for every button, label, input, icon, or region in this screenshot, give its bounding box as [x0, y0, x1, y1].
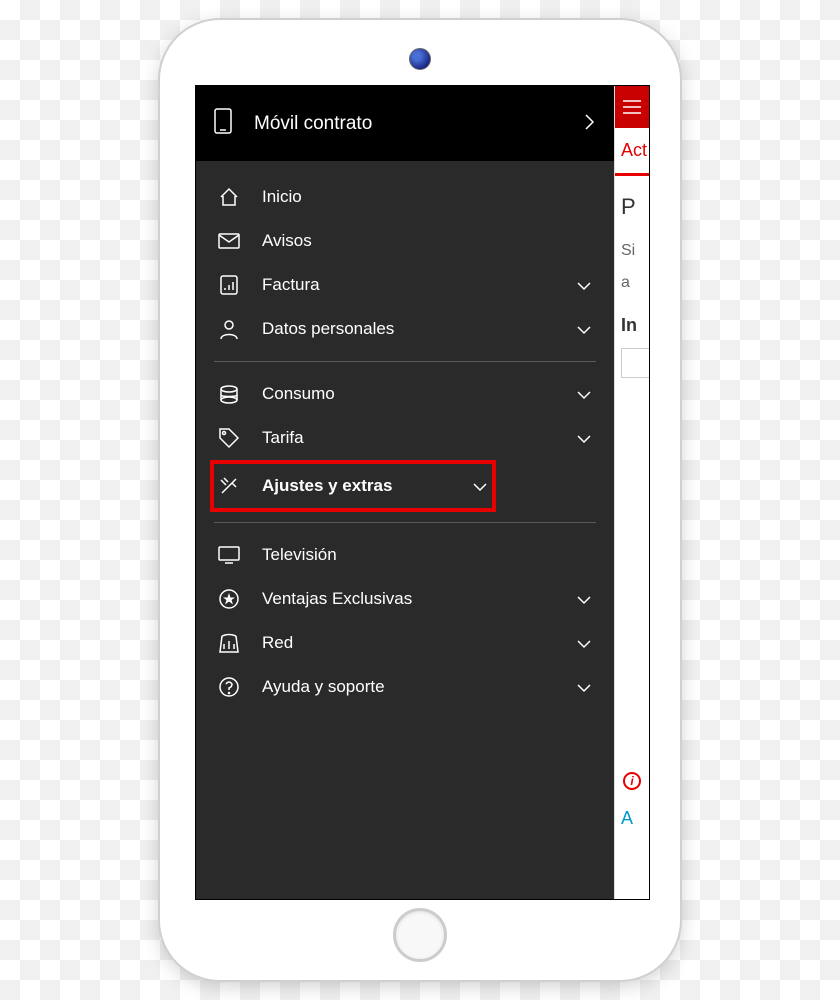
label-fragment: In [615, 305, 649, 346]
phone-icon [214, 108, 232, 139]
sidebar-header-title: Móvil contrato [254, 113, 562, 135]
sidebar-item-label: Inicio [262, 187, 592, 207]
consumption-icon [218, 383, 240, 405]
link-fragment[interactable]: A [615, 798, 649, 839]
sidebar-item-ayuda[interactable]: Ayuda y soporte [214, 665, 596, 709]
sidebar-item-factura[interactable]: Factura [214, 263, 596, 307]
chevron-down-icon [576, 589, 592, 610]
chevron-down-icon [576, 384, 592, 405]
chevron-down-icon [472, 476, 488, 497]
info-icon: i [623, 772, 641, 790]
hamburger-button[interactable] [615, 86, 649, 128]
sidebar-drawer: Móvil contrato Inicio Avisos [196, 86, 614, 899]
sidebar-header[interactable]: Móvil contrato [196, 86, 614, 161]
star-icon [218, 588, 240, 610]
main-content-sliver: Act P Si a In i A [614, 86, 649, 899]
network-icon [218, 632, 240, 654]
sidebar-item-label: Red [262, 633, 554, 653]
sidebar-item-label: Consumo [262, 384, 554, 404]
chevron-down-icon [576, 428, 592, 449]
sidebar-item-label: Ayuda y soporte [262, 677, 554, 697]
chevron-down-icon [576, 319, 592, 340]
phone-frame: Móvil contrato Inicio Avisos [160, 20, 680, 980]
sidebar-item-label: Ajustes y extras [262, 476, 450, 496]
page-heading-fragment: P [615, 176, 649, 230]
user-icon [218, 318, 240, 340]
tools-icon [218, 475, 240, 497]
sidebar-item-label: Avisos [262, 231, 592, 251]
screen: Móvil contrato Inicio Avisos [195, 85, 650, 900]
front-camera [409, 48, 431, 70]
tag-icon [218, 427, 240, 449]
sidebar-item-tarifa[interactable]: Tarifa [214, 416, 596, 460]
sidebar-item-datos-personales[interactable]: Datos personales [214, 307, 596, 351]
menu-divider [214, 361, 596, 362]
sidebar-item-label: Datos personales [262, 319, 554, 339]
invoice-icon [218, 274, 240, 296]
sidebar-item-television[interactable]: Televisión [214, 533, 596, 577]
tv-icon [218, 544, 240, 566]
sidebar-item-label: Factura [262, 275, 554, 295]
chevron-down-icon [576, 633, 592, 654]
sidebar-item-red[interactable]: Red [214, 621, 596, 665]
sidebar-menu: Inicio Avisos Factura [196, 161, 614, 899]
chevron-down-icon [576, 677, 592, 698]
sidebar-item-label: Ventajas Exclusivas [262, 589, 554, 609]
sidebar-item-ajustes-y-extras[interactable]: Ajustes y extras [210, 460, 496, 512]
home-button[interactable] [393, 908, 447, 962]
mail-icon [218, 230, 240, 252]
sidebar-item-avisos[interactable]: Avisos [214, 219, 596, 263]
chevron-down-icon [576, 275, 592, 296]
sidebar-item-consumo[interactable]: Consumo [214, 372, 596, 416]
input-fragment[interactable] [621, 348, 649, 378]
menu-divider [214, 522, 596, 523]
active-tab[interactable]: Act [615, 128, 649, 176]
sidebar-item-label: Tarifa [262, 428, 554, 448]
sidebar-item-label: Televisión [262, 545, 592, 565]
body-text-fragment: Si [615, 230, 649, 272]
sidebar-item-inicio[interactable]: Inicio [214, 175, 596, 219]
body-text-fragment: a [615, 272, 649, 304]
chevron-right-icon [584, 111, 596, 137]
sidebar-item-ventajas[interactable]: Ventajas Exclusivas [214, 577, 596, 621]
home-icon [218, 186, 240, 208]
help-icon [218, 676, 240, 698]
